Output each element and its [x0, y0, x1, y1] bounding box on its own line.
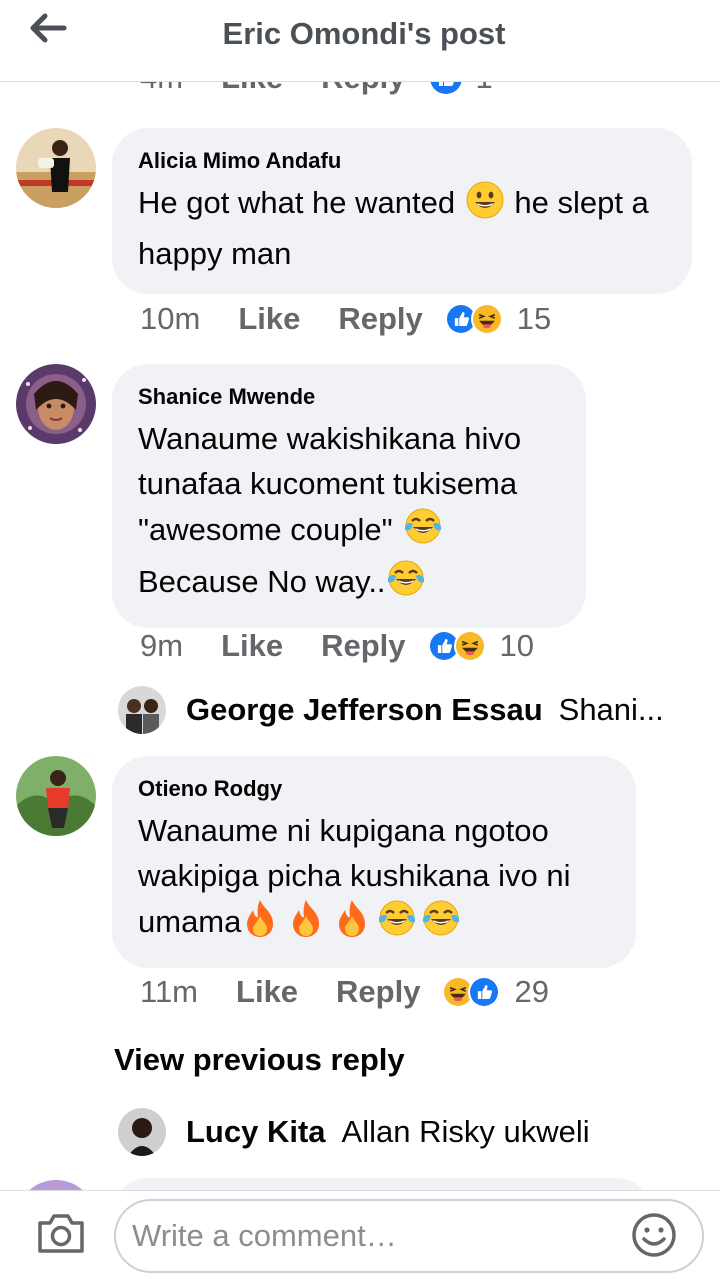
comment-bubble[interactable] — [112, 1178, 652, 1190]
comment-meta: 11m Like Reply 29 — [140, 972, 549, 1012]
reply-author[interactable]: Lucy Kita — [186, 1114, 326, 1150]
avatar[interactable] — [118, 1108, 166, 1156]
reply-text: Shani... — [558, 692, 664, 727]
comment-time: 9m — [140, 628, 184, 663]
reply-button[interactable]: Reply — [321, 628, 405, 664]
reply-preview[interactable]: George Jefferson Essau Shani... — [118, 686, 664, 734]
tears-of-joy-emoji-icon — [403, 506, 443, 558]
tears-of-joy-emoji-icon — [386, 558, 426, 610]
smiley-icon — [630, 1213, 678, 1263]
view-previous-reply-link[interactable]: View previous reply — [114, 1042, 405, 1078]
tears-of-joy-emoji-icon — [377, 898, 417, 950]
reaction-count: 29 — [514, 974, 549, 1009]
comment-author[interactable]: Shanice Mwende — [138, 384, 560, 410]
like-button[interactable]: Like — [236, 974, 298, 1010]
comment-composer — [0, 1190, 720, 1279]
fire-emoji-icon — [241, 898, 279, 950]
reactions[interactable] — [442, 976, 501, 1008]
tears-of-joy-emoji-icon — [421, 898, 461, 950]
comment-bubble[interactable]: Otieno Rodgy Wanaume ni kupigana ngotoo … — [112, 756, 636, 968]
avatar[interactable] — [16, 128, 96, 208]
comment-input[interactable] — [114, 1199, 704, 1273]
emoji-button[interactable] — [630, 1211, 678, 1259]
reactions[interactable] — [427, 630, 486, 662]
camera-icon — [36, 1214, 86, 1259]
reaction-count: 10 — [499, 628, 535, 663]
reply-button[interactable]: Reply — [338, 301, 422, 337]
haha-reaction-icon — [470, 303, 503, 335]
reaction-count: 15 — [516, 301, 552, 336]
avatar[interactable] — [16, 756, 96, 836]
comment-author[interactable]: Otieno Rodgy — [138, 776, 610, 802]
camera-button[interactable] — [36, 1211, 90, 1259]
page-title: Eric Omondi's post — [222, 16, 506, 51]
comment-text: Wanaume wakishikana hivo tunafaa kucomen… — [138, 416, 560, 610]
reply-button[interactable]: Reply — [336, 974, 420, 1010]
avatar[interactable] — [16, 1180, 96, 1190]
comment-meta: 9m Like Reply 10 — [140, 626, 534, 666]
comment-text: Wanaume ni kupigana ngotoo wakipiga pich… — [138, 808, 610, 950]
grinning-emoji-icon — [466, 181, 504, 231]
comment-time: 11m — [140, 974, 199, 1009]
haha-reaction-icon — [453, 630, 486, 662]
top-bar: Eric Omondi's post — [0, 0, 720, 82]
fire-emoji-icon — [333, 898, 371, 950]
reactions[interactable] — [444, 303, 503, 335]
comment-author[interactable]: Alicia Mimo Andafu — [138, 148, 666, 174]
comment-bubble[interactable]: Alicia Mimo Andafu He got what he wanted… — [112, 128, 692, 294]
like-button[interactable]: Like — [238, 301, 300, 337]
fire-emoji-icon — [287, 898, 325, 950]
like-button[interactable]: Like — [221, 628, 283, 664]
reply-author[interactable]: George Jefferson Essau — [186, 692, 543, 728]
avatar[interactable] — [16, 364, 96, 444]
comment-meta: 10m Like Reply 15 — [140, 299, 551, 339]
reply-text: Allan Risky ukweli — [341, 1114, 590, 1149]
like-reaction-icon — [468, 976, 501, 1008]
comment-text: He got what he wanted he slept a happy m… — [138, 180, 666, 276]
comment-time: 10m — [140, 301, 201, 336]
reply-preview[interactable]: Lucy Kita Allan Risky ukweli — [118, 1108, 590, 1156]
comment-bubble[interactable]: Shanice Mwende Wanaume wakishikana hivo … — [112, 364, 586, 628]
avatar[interactable] — [118, 686, 166, 734]
comments-feed[interactable]: 4m Like Reply 1 Alicia Mimo Andafu He go… — [0, 0, 720, 1190]
